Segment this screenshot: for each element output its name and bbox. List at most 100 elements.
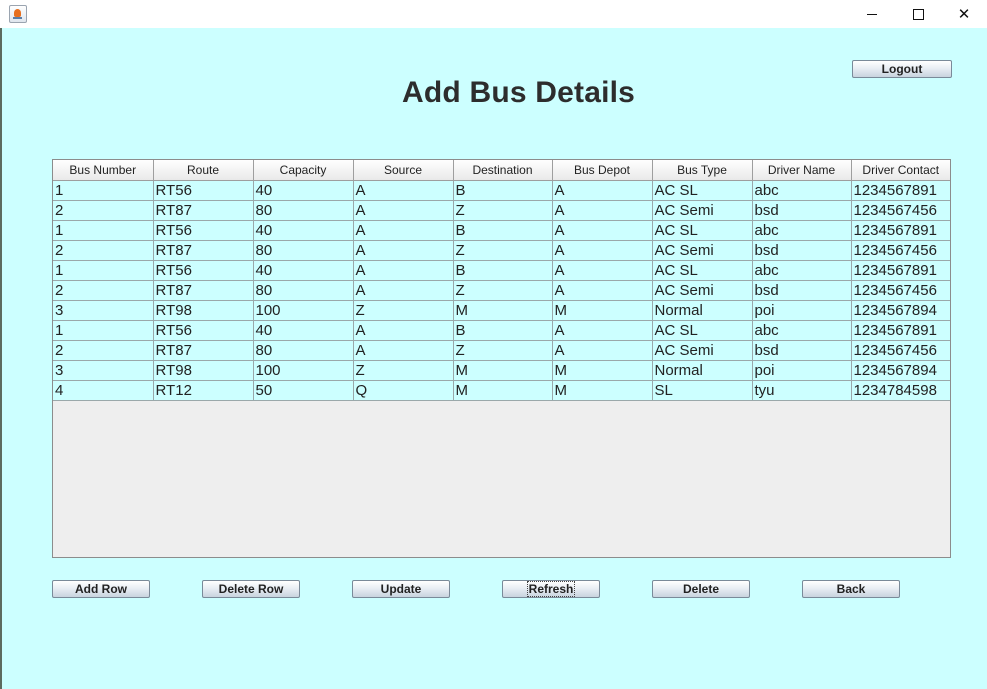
table-cell[interactable]: A [353,280,454,301]
table-cell[interactable]: SL [652,380,753,401]
table-cell[interactable]: A [353,180,454,201]
table-cell[interactable]: abc [752,320,852,341]
table-cell[interactable]: Z [453,280,553,301]
table-cell[interactable]: AC SL [652,320,753,341]
table-cell[interactable]: M [453,380,553,401]
table-cell[interactable]: AC SL [652,220,753,241]
table-cell[interactable]: bsd [752,340,852,361]
column-header[interactable]: Source [353,160,454,181]
table-cell[interactable]: A [552,320,653,341]
table-row[interactable]: 1 RT56 40 A B A AC SL abc 1234567891 [53,260,950,281]
table-cell[interactable]: A [353,340,454,361]
delete-row-button[interactable]: Delete Row [202,580,300,598]
table-cell[interactable]: AC Semi [652,280,753,301]
table-row[interactable]: 1 RT56 40 A B A AC SL abc 1234567891 [53,180,950,201]
table-cell[interactable]: 40 [253,220,354,241]
table-cell[interactable]: poi [752,300,852,321]
table-cell[interactable]: A [552,240,653,261]
table-cell[interactable]: B [453,220,553,241]
table-cell[interactable]: 3 [53,360,154,381]
table-cell[interactable]: RT87 [153,240,254,261]
table-cell[interactable]: 40 [253,180,354,201]
table-cell[interactable]: 100 [253,360,354,381]
back-button[interactable]: Back [802,580,900,598]
table-cell[interactable]: AC SL [652,260,753,281]
table-cell[interactable]: A [353,240,454,261]
table-cell[interactable]: 1 [53,260,154,281]
table-cell[interactable]: RT98 [153,300,254,321]
table-cell[interactable]: M [453,300,553,321]
table-cell[interactable]: bsd [752,200,852,221]
minimize-button[interactable] [849,0,895,28]
table-row[interactable]: 2 RT87 80 A Z A AC Semi bsd 1234567456 [53,280,950,301]
table-cell[interactable]: A [353,220,454,241]
table-cell[interactable]: RT56 [153,260,254,281]
table-cell[interactable]: AC SL [652,180,753,201]
table-cell[interactable]: A [552,280,653,301]
table-cell[interactable]: Z [453,200,553,221]
table-cell[interactable]: 1 [53,180,154,201]
table-cell[interactable]: bsd [752,280,852,301]
table-cell[interactable]: 1234567891 [851,220,950,241]
table-row[interactable]: 3 RT98 100 Z M M Normal poi 1234567894 [53,360,950,381]
table-cell[interactable]: 1 [53,220,154,241]
table-cell[interactable]: Z [353,300,454,321]
table-cell[interactable]: 2 [53,240,154,261]
table-cell[interactable]: A [353,260,454,281]
table-cell[interactable]: AC Semi [652,340,753,361]
table-cell[interactable]: 100 [253,300,354,321]
table-cell[interactable]: 1234567456 [851,280,950,301]
table-cell[interactable]: 1234567456 [851,240,950,261]
table-cell[interactable]: 1234567891 [851,180,950,201]
table-cell[interactable]: Z [353,360,454,381]
table-cell[interactable]: A [552,200,653,221]
table-cell[interactable]: 1 [53,320,154,341]
delete-button[interactable]: Delete [652,580,750,598]
table-cell[interactable]: Normal [652,300,753,321]
logout-button[interactable]: Logout [852,60,952,78]
table-cell[interactable]: 3 [53,300,154,321]
table-cell[interactable]: RT87 [153,200,254,221]
table-cell[interactable]: poi [752,360,852,381]
table-cell[interactable]: 80 [253,200,354,221]
table-row[interactable]: 3 RT98 100 Z M M Normal poi 1234567894 [53,300,950,321]
table-cell[interactable]: A [353,200,454,221]
table-cell[interactable]: 2 [53,340,154,361]
table-row[interactable]: 4 RT12 50 Q M M SL tyu 1234784598 [53,380,950,401]
table-cell[interactable]: 80 [253,240,354,261]
table-cell[interactable]: bsd [752,240,852,261]
table-cell[interactable]: RT87 [153,340,254,361]
table-row[interactable]: 1 RT56 40 A B A AC SL abc 1234567891 [53,320,950,341]
table-cell[interactable]: 1234784598 [851,380,950,401]
table-cell[interactable]: 2 [53,200,154,221]
table-cell[interactable]: RT87 [153,280,254,301]
table-cell[interactable]: 1234567456 [851,340,950,361]
table-cell[interactable]: AC Semi [652,200,753,221]
close-button[interactable]: ✕ [941,0,987,28]
table-cell[interactable]: Q [353,380,454,401]
table-cell[interactable]: RT56 [153,180,254,201]
table-cell[interactable]: Normal [652,360,753,381]
table-cell[interactable]: Z [453,340,553,361]
table-cell[interactable]: A [353,320,454,341]
table-cell[interactable]: M [552,300,653,321]
column-header[interactable]: Bus Number [53,160,154,181]
table-cell[interactable]: 40 [253,260,354,281]
table-cell[interactable]: RT56 [153,220,254,241]
column-header[interactable]: Bus Type [652,160,753,181]
table-cell[interactable]: tyu [752,380,852,401]
table-cell[interactable]: 1234567894 [851,300,950,321]
refresh-button[interactable]: Refresh [502,580,600,598]
table-cell[interactable]: 50 [253,380,354,401]
table-cell[interactable]: abc [752,220,852,241]
column-header[interactable]: Driver Contact [851,160,950,181]
column-header[interactable]: Bus Depot [552,160,653,181]
table-cell[interactable]: AC Semi [652,240,753,261]
table-cell[interactable]: M [552,360,653,381]
table-cell[interactable]: 2 [53,280,154,301]
table-cell[interactable]: abc [752,180,852,201]
table-cell[interactable]: 80 [253,340,354,361]
bus-details-table[interactable]: Bus Number Route Capacity Source Destination… [52,159,951,558]
table-row[interactable]: 2 RT87 80 A Z A AC Semi bsd 1234567456 [53,200,950,221]
column-header[interactable]: Route [153,160,254,181]
